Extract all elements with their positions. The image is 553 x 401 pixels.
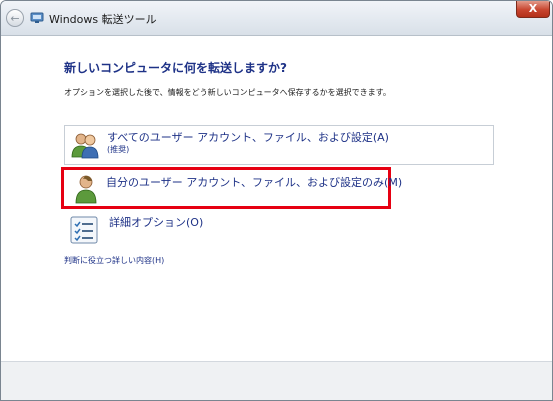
checklist-icon bbox=[70, 216, 98, 244]
transfer-tool-icon bbox=[30, 12, 44, 23]
help-link[interactable]: 判断に役立つ詳しい内容(H) bbox=[64, 255, 164, 266]
back-arrow-icon: ← bbox=[10, 12, 20, 25]
option-all-users-label: すべてのユーザー アカウント、ファイル、および設定(A) bbox=[107, 131, 389, 144]
option-my-user-only[interactable]: 自分のユーザー アカウント、ファイル、および設定のみ(M) bbox=[61, 167, 402, 209]
close-icon: X bbox=[528, 2, 538, 15]
transfer-wizard-window: ← Windows 転送ツール X 新しいコンピュータに何を転送しますか? オプ… bbox=[0, 0, 553, 401]
multiple-users-icon bbox=[71, 133, 99, 159]
option-all-users-recommended: (推奨) bbox=[107, 145, 130, 154]
back-button[interactable]: ← bbox=[6, 9, 24, 27]
instruction-text: オプションを選択した後で、情報をどう新しいコンピュータへ保存するかを選択できます… bbox=[64, 88, 391, 97]
option-my-user-only-label: 自分のユーザー アカウント、ファイル、および設定のみ(M) bbox=[106, 176, 403, 189]
option-all-users[interactable]: すべてのユーザー アカウント、ファイル、および設定(A) (推奨) bbox=[64, 125, 494, 165]
close-button[interactable]: X bbox=[516, 1, 550, 18]
title-bar: ← Windows 転送ツール X bbox=[1, 1, 552, 36]
single-user-icon bbox=[75, 175, 97, 204]
window-title: Windows 転送ツール bbox=[49, 13, 157, 26]
option-advanced-label: 詳細オプション(O) bbox=[109, 216, 204, 229]
wizard-footer bbox=[1, 361, 552, 400]
page-heading: 新しいコンピュータに何を転送しますか? bbox=[64, 61, 287, 75]
option-advanced[interactable]: 詳細オプション(O) bbox=[64, 211, 364, 249]
